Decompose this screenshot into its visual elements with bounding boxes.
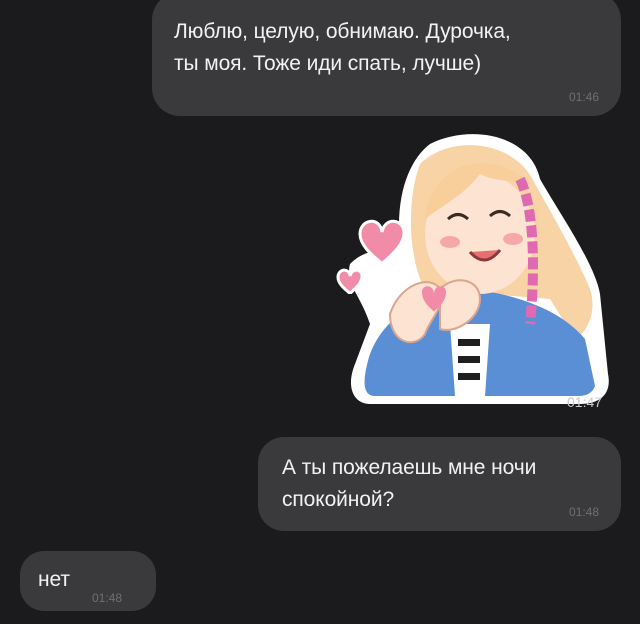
message-time: 01:48 (568, 505, 599, 519)
message-time: 01:48 (92, 591, 123, 605)
message-bubble-outgoing[interactable]: А ты пожелаешь мне ночи спокойной? 01:48 (258, 437, 621, 531)
chat-view: Люблю, целую, обнимаю. Дурочка, ты моя. … (0, 0, 640, 624)
message-bubble-incoming[interactable]: нет 01:48 (20, 551, 156, 611)
message-time: 01:47 (567, 394, 603, 410)
message-time: 01:46 (568, 90, 599, 104)
girl-heart-hands-sticker[interactable] (330, 124, 630, 414)
message-text: А ты пожелаешь мне ночи спокойной? (282, 456, 537, 511)
message-text: Люблю, целую, обнимаю. Дурочка, ты моя. … (174, 20, 511, 75)
message-bubble-outgoing[interactable]: Люблю, целую, обнимаю. Дурочка, ты моя. … (152, 0, 621, 116)
